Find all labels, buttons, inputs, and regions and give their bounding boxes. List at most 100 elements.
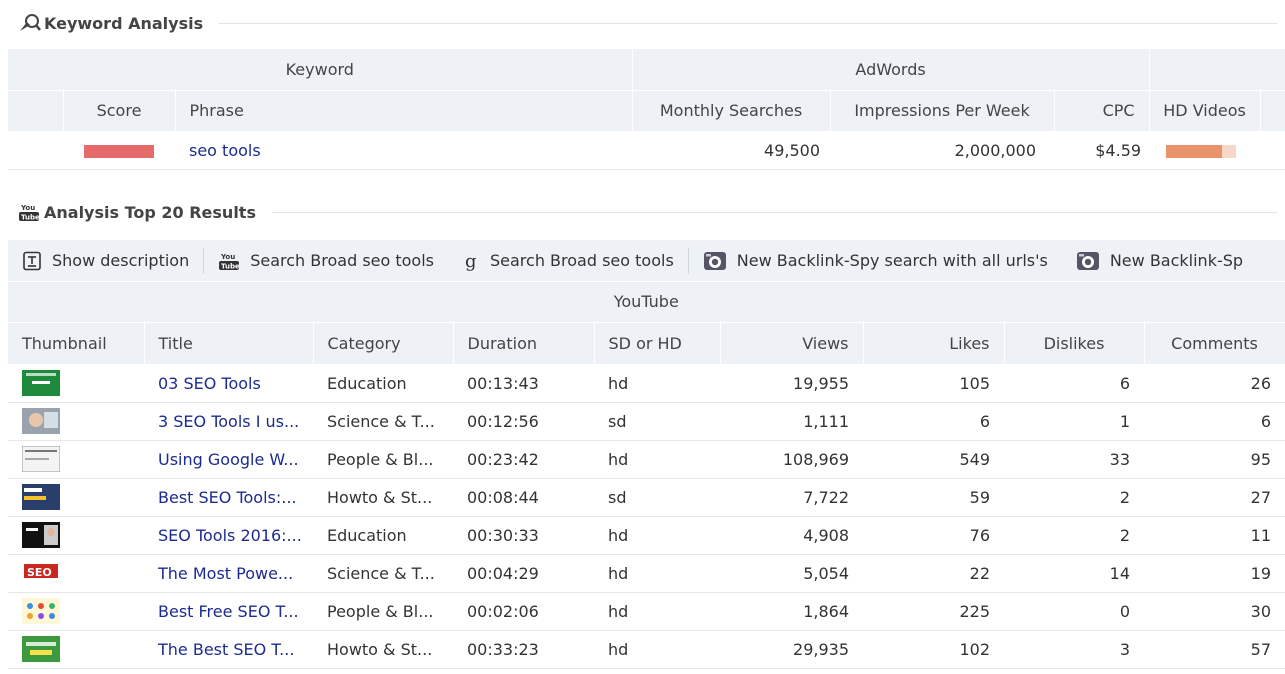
comments-column-header[interactable]: Comments — [1144, 322, 1285, 365]
video-thumbnail[interactable] — [22, 484, 60, 510]
impressions-column-header[interactable]: Impressions Per Week — [830, 90, 1055, 132]
duration-cell: 00:23:42 — [453, 440, 594, 479]
video-thumbnail[interactable] — [22, 446, 60, 472]
backlink-spy-icon — [703, 250, 727, 272]
youtube-results-table: YouTube Thumbnail Title Category Duratio… — [8, 282, 1285, 669]
phrase-column-header[interactable]: Phrase — [175, 90, 633, 132]
video-title-link[interactable]: SEO Tools 2016:... — [144, 516, 313, 555]
thumbnail-cell — [8, 478, 144, 517]
views-cell: 5,054 — [720, 554, 863, 593]
video-title-link[interactable]: Best Free SEO T... — [144, 592, 313, 631]
search-broad-google-button[interactable]: g Search Broad seo tools — [448, 240, 688, 281]
svg-text:SEO: SEO — [27, 566, 52, 579]
thumbnail-cell — [8, 516, 144, 555]
hd-videos-column-header[interactable]: HD Videos — [1149, 90, 1261, 132]
svg-text:You: You — [220, 253, 235, 261]
search-broad-youtube-button[interactable]: You Tube Search Broad seo tools — [204, 240, 448, 281]
hd-videos-cell — [1149, 131, 1261, 170]
quality-cell: hd — [594, 516, 720, 555]
show-description-button[interactable]: Show description — [8, 240, 203, 281]
section-title: Analysis Top 20 Results — [44, 202, 272, 222]
document-icon — [22, 251, 42, 271]
score-cell — [63, 131, 175, 170]
duration-cell: 00:04:29 — [453, 554, 594, 593]
phrase-link[interactable]: seo tools — [175, 131, 633, 170]
score-column-header[interactable]: Score — [63, 90, 176, 132]
button-label: New Backlink-Spy search with all urls's — [736, 251, 1048, 270]
sd-hd-column-header[interactable]: SD or HD — [594, 322, 721, 365]
views-cell: 1,111 — [720, 402, 863, 441]
video-title-link[interactable]: Using Google W... — [144, 440, 313, 479]
svg-text:Tube: Tube — [21, 214, 40, 222]
video-thumbnail[interactable] — [22, 408, 60, 434]
table-row[interactable]: Best Free SEO T... People & Bl... 00:02:06… — [8, 592, 1285, 631]
views-cell: 7,722 — [720, 478, 863, 517]
table-row[interactable]: Using Google W... People & Bl... 00:23:42 h… — [8, 440, 1285, 479]
video-title-link[interactable]: 03 SEO Tools — [144, 364, 313, 403]
views-cell: 4,908 — [720, 516, 863, 555]
duration-column-header[interactable]: Duration — [453, 322, 595, 365]
likes-cell: 102 — [863, 630, 1004, 669]
impressions-cell: 2,000,000 — [830, 131, 1055, 170]
quality-cell: sd — [594, 402, 720, 441]
video-title-link[interactable]: The Most Powe... — [144, 554, 313, 593]
dislikes-column-header[interactable]: Dislikes — [1004, 322, 1145, 365]
table-row[interactable]: Best SEO Tools:... Howto & St... 00:08:44 s… — [8, 478, 1285, 517]
likes-cell: 22 — [863, 554, 1004, 593]
quality-cell: hd — [594, 440, 720, 479]
dislikes-cell: 6 — [1004, 364, 1144, 403]
video-title-link[interactable]: The Best SEO T... — [144, 630, 313, 669]
quality-cell: sd — [594, 478, 720, 517]
results-analysis-header: You Tube Analysis Top 20 Results — [0, 202, 1285, 222]
button-label: New Backlink-Sp — [1109, 251, 1244, 270]
comments-cell: 57 — [1144, 630, 1285, 669]
score-bar — [84, 144, 154, 158]
title-column-header[interactable]: Title — [144, 322, 314, 365]
video-title-link[interactable]: 3 SEO Tools I us... — [144, 402, 313, 441]
duration-cell: 00:30:33 — [453, 516, 594, 555]
backlink-spy-all-urls-button[interactable]: New Backlink-Spy search with all urls's — [689, 240, 1062, 281]
views-cell: 19,955 — [720, 364, 863, 403]
monthly-searches-column-header[interactable]: Monthly Searches — [632, 90, 831, 132]
adwords-group-header: AdWords — [632, 49, 1150, 91]
duration-cell: 00:12:56 — [453, 402, 594, 441]
table-row[interactable]: SEO Tools 2016:... Education 00:30:33 hd 4,9… — [8, 516, 1285, 555]
category-cell: People & Bl... — [313, 440, 453, 479]
views-cell: 108,969 — [720, 440, 863, 479]
views-cell: 1,864 — [720, 592, 863, 631]
video-thumbnail[interactable] — [22, 598, 60, 624]
views-column-header[interactable]: Views — [720, 322, 864, 365]
cpc-column-header[interactable]: CPC — [1054, 90, 1150, 132]
google-icon: g — [462, 250, 480, 272]
views-cell: 29,935 — [720, 630, 863, 669]
video-thumbnail[interactable] — [22, 370, 60, 396]
video-thumbnail[interactable] — [22, 522, 60, 548]
category-column-header[interactable]: Category — [313, 322, 454, 365]
keyword-group-header: Keyword — [8, 49, 633, 91]
backlink-spy-button-2[interactable]: New Backlink-Sp — [1062, 240, 1257, 281]
video-thumbnail[interactable]: SEO — [22, 560, 60, 586]
likes-column-header[interactable]: Likes — [863, 322, 1005, 365]
keyword-row[interactable]: seo tools 49,500 2,000,000 $4.59 — [8, 131, 1285, 170]
video-thumbnail[interactable] — [22, 636, 60, 662]
youtube-icon: You Tube — [218, 251, 240, 271]
dislikes-cell: 2 — [1004, 516, 1144, 555]
thumbnail-column-header[interactable]: Thumbnail — [8, 322, 145, 365]
duration-cell: 00:08:44 — [453, 478, 594, 517]
svg-text:g: g — [465, 251, 477, 272]
table-row[interactable]: SEO The Most Powe... Science & T... 00:04:2… — [8, 554, 1285, 593]
duration-cell: 00:33:23 — [453, 630, 594, 669]
category-cell: Howto & St... — [313, 630, 453, 669]
button-label: Show description — [52, 251, 190, 270]
comments-cell: 30 — [1144, 592, 1285, 631]
likes-cell: 76 — [863, 516, 1004, 555]
comments-cell: 95 — [1144, 440, 1285, 479]
backlink-spy-icon — [1076, 250, 1100, 272]
table-row[interactable]: 03 SEO Tools Education 00:13:43 hd 19,955 105… — [8, 364, 1285, 403]
dislikes-cell: 14 — [1004, 554, 1144, 593]
table-row[interactable]: 3 SEO Tools I us... Science & T... 00:12:5… — [8, 402, 1285, 441]
likes-cell: 6 — [863, 402, 1004, 441]
table-row[interactable]: The Best SEO T... Howto & St... 00:33:23 hd… — [8, 630, 1285, 669]
thumbnail-cell — [8, 630, 144, 669]
video-title-link[interactable]: Best SEO Tools:... — [144, 478, 313, 517]
